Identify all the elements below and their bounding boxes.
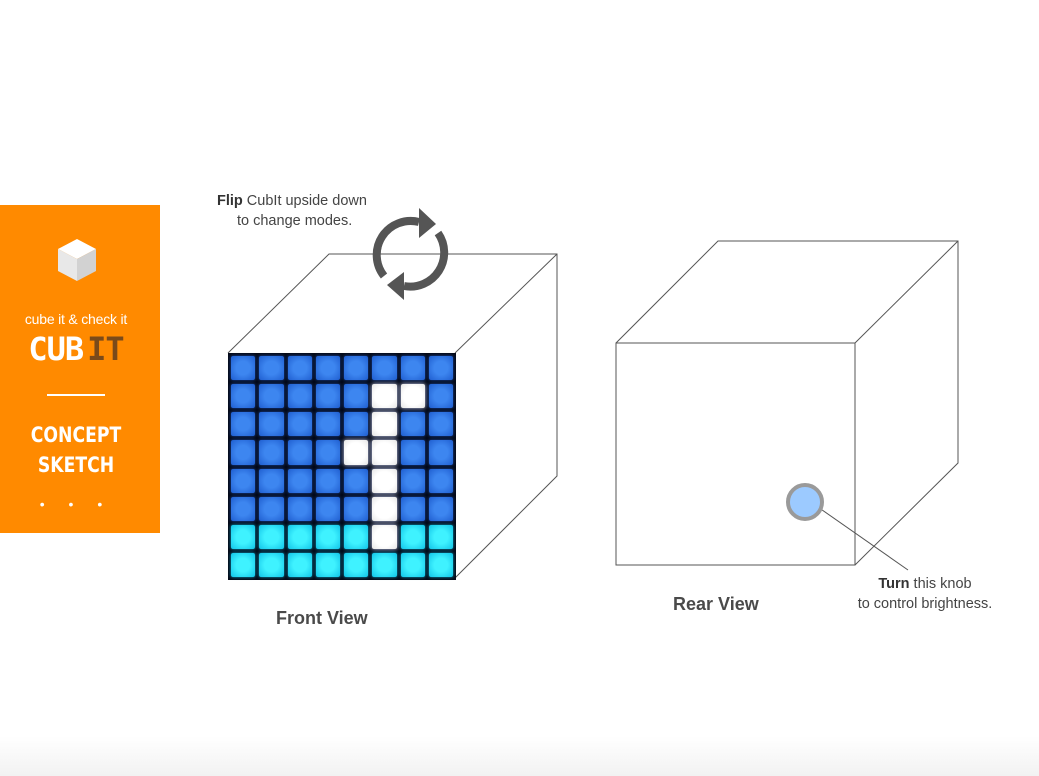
led-pixel <box>372 468 397 493</box>
led-pixel <box>259 552 284 577</box>
flip-caption-bold: Flip <box>217 193 243 209</box>
rotate-arrowhead-bottom <box>387 272 404 300</box>
led-pixel <box>231 384 256 409</box>
led-pixel <box>259 440 284 465</box>
led-pixel <box>344 524 369 549</box>
led-pixel <box>372 552 397 577</box>
led-pixel <box>315 412 340 437</box>
led-pixel <box>315 496 340 521</box>
led-pixel <box>372 356 397 381</box>
led-pixel <box>315 356 340 381</box>
led-pixel <box>428 356 453 381</box>
led-pixel <box>344 356 369 381</box>
front-cube-top-right-edge <box>454 253 558 354</box>
led-pixel <box>231 496 256 521</box>
led-pixel <box>344 496 369 521</box>
led-pixel <box>428 552 453 577</box>
led-pixel <box>344 468 369 493</box>
led-pixel <box>344 412 369 437</box>
led-pixel <box>400 496 425 521</box>
led-pixel <box>287 496 312 521</box>
led-pixel <box>287 384 312 409</box>
led-pixel <box>231 552 256 577</box>
led-pixel <box>372 440 397 465</box>
flip-caption-line2: to change modes. <box>237 213 353 229</box>
led-pixel <box>231 356 256 381</box>
knob-caption-line2: to control brightness. <box>857 596 993 612</box>
led-pixel <box>287 440 312 465</box>
led-pixel <box>287 468 312 493</box>
led-pixel <box>259 524 284 549</box>
led-pixel <box>259 384 284 409</box>
led-pixel <box>315 384 340 409</box>
led-pixel <box>231 468 256 493</box>
led-pixel <box>231 412 256 437</box>
led-pixel <box>287 524 312 549</box>
led-pixel <box>315 524 340 549</box>
knob-leader-line <box>814 504 909 571</box>
rear-cube-front-face <box>615 342 856 566</box>
cube-wireframes <box>227 208 959 579</box>
led-pixel <box>372 524 397 549</box>
led-pixel <box>287 356 312 381</box>
knob-caption: Turn this knob to control brightness. <box>851 574 999 614</box>
led-pixel <box>428 524 453 549</box>
led-pixel <box>287 552 312 577</box>
front-view-label: Front View <box>276 608 368 628</box>
led-pixel <box>400 356 425 381</box>
led-pixel <box>428 440 453 465</box>
rotate-arrowhead-top <box>419 208 436 238</box>
led-pixel <box>428 412 453 437</box>
led-pixel <box>400 440 425 465</box>
led-pixel <box>372 412 397 437</box>
knob-caption-line1: this knob <box>909 576 972 592</box>
led-pixel <box>372 384 397 409</box>
brightness-knob-icon <box>786 483 824 521</box>
led-pixel <box>372 496 397 521</box>
led-pixel <box>315 552 340 577</box>
led-pixel <box>428 496 453 521</box>
led-pixel <box>344 552 369 577</box>
led-pixel <box>259 468 284 493</box>
rear-cube-top-right-edge <box>854 240 959 344</box>
led-pixel <box>400 468 425 493</box>
led-matrix-display <box>228 353 456 580</box>
led-pixel <box>231 440 256 465</box>
led-pixel <box>287 412 312 437</box>
led-pixel <box>344 384 369 409</box>
led-pixel <box>428 468 453 493</box>
flip-caption-line1: CubIt upside down <box>242 193 367 209</box>
led-pixel <box>259 356 284 381</box>
knob-caption-bold: Turn <box>878 576 910 592</box>
rear-view-label: Rear View <box>673 594 759 614</box>
led-pixel <box>400 552 425 577</box>
led-pixel <box>400 384 425 409</box>
led-pixel <box>231 524 256 549</box>
led-pixel <box>428 384 453 409</box>
led-pixel <box>259 412 284 437</box>
led-pixel <box>315 468 340 493</box>
led-pixel <box>259 496 284 521</box>
led-pixel <box>400 524 425 549</box>
led-pixel <box>315 440 340 465</box>
led-pixel <box>400 412 425 437</box>
flip-caption: Flip CubIt upside down to change modes. <box>217 191 367 231</box>
rear-cube-back-edges <box>615 240 959 566</box>
led-pixel <box>344 440 369 465</box>
